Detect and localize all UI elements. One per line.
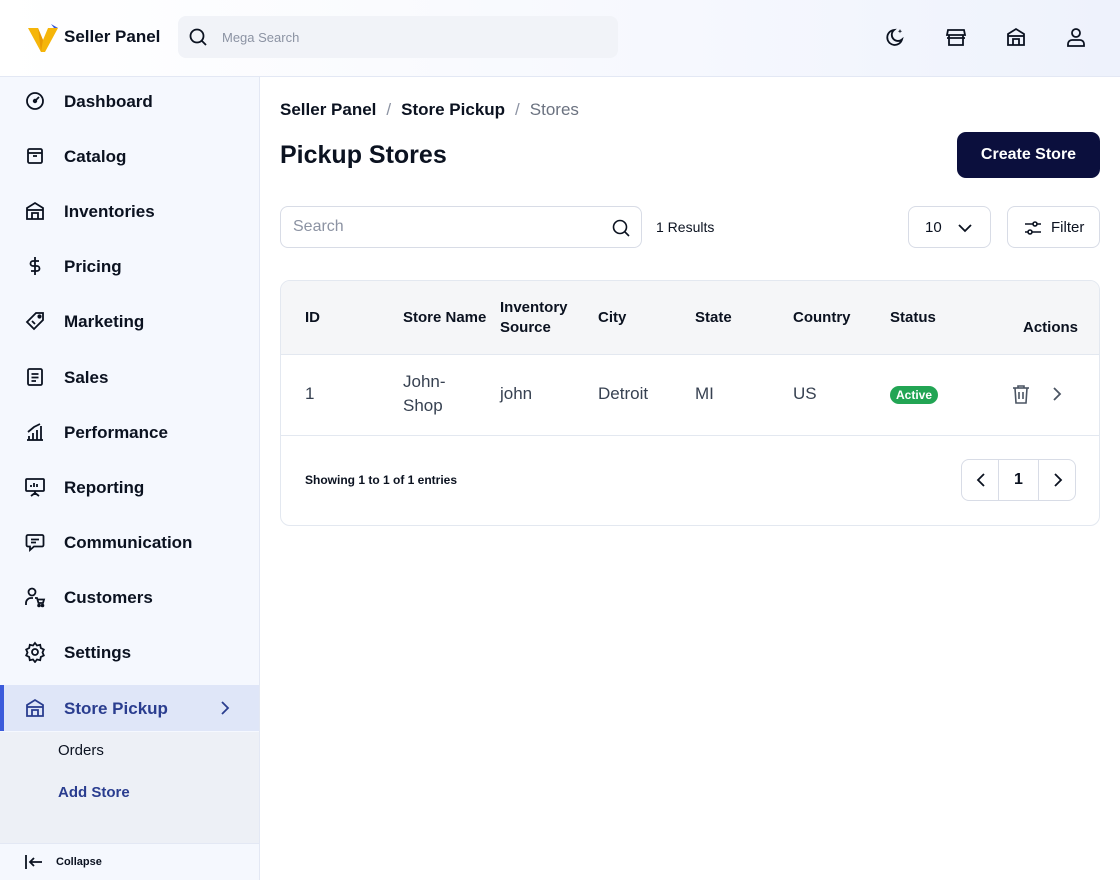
- next-page-button[interactable]: [1039, 460, 1076, 500]
- chevron-right-icon[interactable]: [215, 698, 235, 718]
- sidebar-item-label: Communication: [64, 533, 193, 552]
- cell-id: 1: [305, 384, 315, 403]
- storefront-icon[interactable]: [945, 26, 967, 48]
- sidebar-item-dashboard[interactable]: Dashboard: [0, 78, 259, 124]
- bar-chart-icon: [27, 423, 43, 441]
- chevron-down-icon: [958, 224, 972, 233]
- collapse-button[interactable]: Collapse: [0, 843, 259, 880]
- column-header-city[interactable]: City: [598, 308, 626, 328]
- store-icon[interactable]: [1005, 26, 1027, 48]
- sidebar: Dashboard Catalog Inventories Pricing Ma…: [0, 77, 260, 880]
- breadcrumb: Seller Panel / Store Pickup / Stores: [280, 100, 579, 120]
- sidebar-item-label: Store Pickup: [64, 699, 168, 718]
- sidebar-item-catalog[interactable]: Catalog: [0, 133, 259, 179]
- dashboard-icon: [26, 92, 44, 110]
- column-header-state[interactable]: State: [695, 308, 732, 328]
- filter-button[interactable]: Filter: [1007, 206, 1100, 248]
- column-header-inventory-source[interactable]: Inventory Source: [500, 298, 580, 338]
- table-header: ID Store Name Inventory Source City Stat…: [281, 281, 1099, 355]
- sidebar-item-marketing[interactable]: Marketing: [0, 298, 259, 344]
- breadcrumb-store-pickup[interactable]: Store Pickup: [401, 100, 505, 119]
- sidebar-item-label: Catalog: [64, 147, 127, 166]
- sidebar-item-performance[interactable]: Performance: [0, 409, 259, 455]
- per-page-value: 10: [925, 219, 942, 236]
- chat-icon: [25, 534, 45, 552]
- collapse-arrow-icon: [25, 855, 42, 869]
- column-header-actions: Actions: [1023, 319, 1079, 336]
- sidebar-item-label: Reporting: [64, 478, 145, 497]
- sidebar-item-label: Customers: [64, 588, 153, 607]
- top-header: Seller Panel Mega Search: [0, 0, 1120, 77]
- breadcrumb-current: Stores: [529, 100, 579, 119]
- column-header-store-name[interactable]: Store Name: [403, 308, 486, 328]
- create-store-button[interactable]: Create Store: [957, 132, 1100, 178]
- document-icon: [27, 368, 43, 386]
- sidebar-item-reporting[interactable]: Reporting: [0, 464, 259, 510]
- breadcrumb-separator: /: [515, 100, 520, 119]
- chevron-right-icon: [1054, 473, 1063, 487]
- chevron-left-icon: [976, 473, 985, 487]
- sidebar-item-store-pickup[interactable]: Store Pickup: [0, 685, 259, 731]
- column-header-status[interactable]: Status: [890, 308, 936, 328]
- cell-inventory-source: john: [500, 384, 533, 403]
- table-row[interactable]: 1 John-Shop john Detroit MI US Active: [281, 355, 1099, 436]
- breadcrumb-separator: /: [386, 100, 392, 119]
- sidebar-item-label: Performance: [64, 423, 168, 442]
- dollar-icon: [29, 257, 41, 275]
- sidebar-item-label: Marketing: [64, 312, 145, 331]
- column-header-country[interactable]: Country: [793, 308, 851, 328]
- mega-search-placeholder: Mega Search: [222, 30, 300, 45]
- sidebar-item-inventories[interactable]: Inventories: [0, 188, 259, 234]
- warehouse-icon: [26, 201, 44, 220]
- mega-search-input[interactable]: Mega Search: [178, 16, 618, 58]
- customer-cart-icon: [25, 587, 46, 608]
- cell-city: Detroit: [598, 384, 649, 403]
- logo-icon[interactable]: [26, 22, 60, 54]
- pagination-summary: Showing 1 to 1 of 1 entries: [305, 473, 458, 487]
- filter-label: Filter: [1051, 219, 1085, 236]
- sidebar-item-label: Pricing: [64, 257, 122, 276]
- collapse-label: Collapse: [56, 856, 102, 868]
- user-icon[interactable]: [1065, 26, 1087, 48]
- breadcrumb-seller-panel[interactable]: Seller Panel: [280, 100, 376, 119]
- sidebar-item-settings[interactable]: Settings: [0, 629, 259, 675]
- cell-state: MI: [695, 384, 714, 403]
- page-title: Pickup Stores: [280, 141, 447, 169]
- column-header-id[interactable]: ID: [305, 308, 320, 328]
- trash-icon[interactable]: [1010, 383, 1032, 405]
- moon-icon[interactable]: [885, 26, 907, 48]
- search-icon[interactable]: [611, 218, 631, 238]
- cell-store-name: John-Shop: [403, 372, 446, 415]
- catalog-icon: [27, 148, 43, 164]
- sidebar-item-label: Dashboard: [64, 92, 153, 111]
- sidebar-item-label: Settings: [64, 643, 132, 662]
- results-count: 1 Results: [656, 219, 715, 235]
- per-page-select[interactable]: 10: [908, 206, 991, 248]
- gear-icon: [25, 641, 45, 663]
- sidebar-item-sales[interactable]: Sales: [0, 354, 259, 400]
- submenu-item-add-store[interactable]: Add Store: [58, 784, 130, 801]
- sidebar-item-label: Sales: [64, 368, 109, 387]
- store-icon: [26, 698, 44, 717]
- sidebar-item-label: Inventories: [64, 202, 155, 221]
- search-icon: [189, 28, 207, 46]
- chevron-right-icon[interactable]: [1047, 384, 1067, 404]
- page-number[interactable]: 1: [999, 460, 1039, 500]
- sidebar-item-pricing[interactable]: Pricing: [0, 243, 259, 289]
- submenu-item-orders[interactable]: Orders: [58, 742, 104, 759]
- pagination: 1: [961, 459, 1076, 501]
- store-pickup-submenu: Orders Add Store: [0, 732, 259, 844]
- sidebar-item-customers[interactable]: Customers: [0, 574, 259, 620]
- stores-table: ID Store Name Inventory Source City Stat…: [280, 280, 1100, 526]
- cell-country: US: [793, 384, 817, 403]
- tag-icon: [25, 312, 44, 331]
- presentation-icon: [25, 478, 45, 497]
- search-field[interactable]: [280, 206, 642, 248]
- brand-name[interactable]: Seller Panel: [64, 27, 160, 47]
- search-input[interactable]: [293, 216, 593, 238]
- sidebar-item-communication[interactable]: Communication: [0, 519, 259, 565]
- previous-page-button[interactable]: [962, 460, 999, 500]
- filter-sliders-icon: [1025, 221, 1041, 235]
- status-badge: Active: [890, 386, 939, 404]
